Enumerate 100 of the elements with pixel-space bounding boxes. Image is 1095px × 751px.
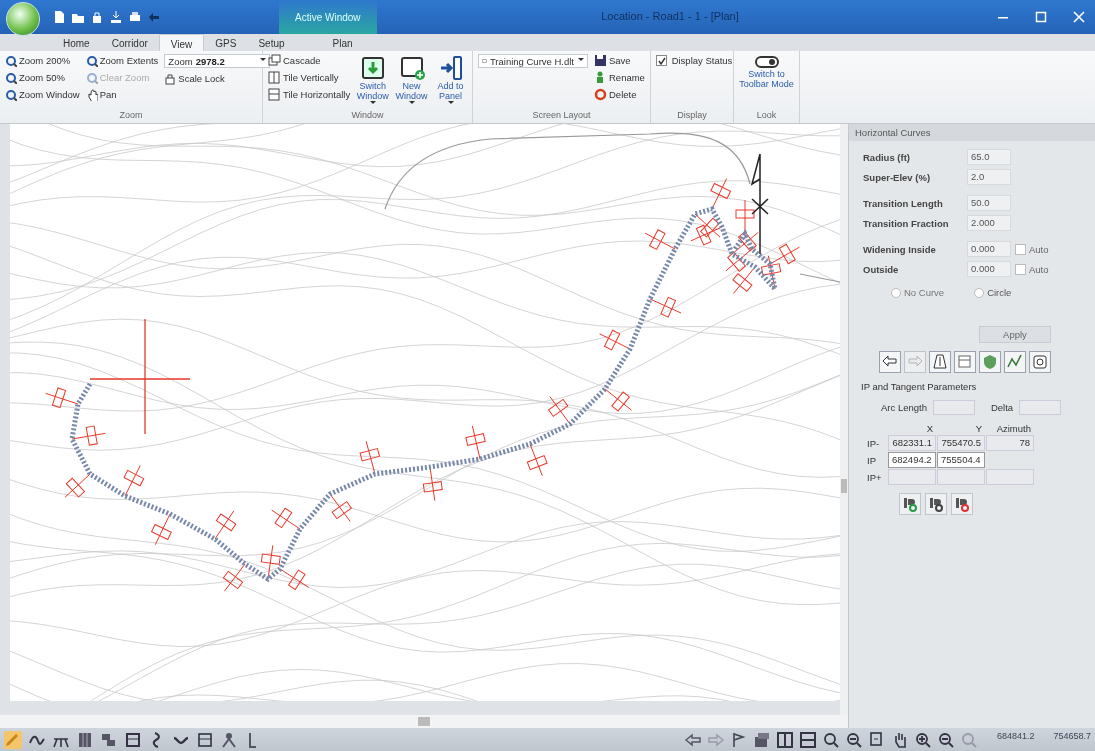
group-label: Look: [755, 110, 778, 122]
zoom-button[interactable]: Zoom Extents: [85, 54, 159, 67]
window-layout-button[interactable]: Tile Horizontally: [268, 88, 351, 101]
lock-icon[interactable]: [90, 10, 104, 24]
vertical-scrollbar[interactable]: [840, 124, 848, 715]
column-header: X: [925, 423, 934, 434]
group-label: Screen Layout: [531, 110, 592, 122]
coordinate-readout: 684841.2: [996, 730, 1035, 743]
ribbon-tab[interactable]: Setup: [247, 34, 296, 51]
field-label: Delta: [990, 402, 1014, 413]
window-title: Location - Road1 - 1 - [Plan]: [600, 10, 740, 22]
scale-lock-button[interactable]: Scale Lock: [164, 72, 271, 85]
zoom-button[interactable]: Zoom Window: [5, 88, 80, 101]
field-label: Transition Length: [863, 197, 944, 209]
shield-icon[interactable]: [979, 351, 1001, 373]
toolbar-mode-button[interactable]: Switch to Toolbar Mode: [739, 54, 794, 110]
ribbon-tab[interactable]: GPS: [204, 34, 248, 51]
horizontal-scrollbar[interactable]: [0, 715, 848, 728]
value-field[interactable]: 2.0: [967, 169, 1011, 185]
value-field[interactable]: 65.0: [967, 149, 1011, 165]
north-arrow-icon: [750, 153, 769, 255]
grid-icon[interactable]: [76, 730, 94, 749]
row-label: IP-: [867, 437, 881, 449]
value-field[interactable]: 0.000: [967, 241, 1011, 257]
toggle-icon: [754, 55, 779, 69]
ribbon-tab[interactable]: Plan: [321, 34, 364, 51]
field-label: Super-Elev (%): [863, 171, 932, 183]
download-icon[interactable]: [109, 10, 123, 24]
zoom-field[interactable]: Zoom 2978.2: [164, 54, 271, 68]
ribbon-tab[interactable]: View: [158, 34, 205, 51]
new-window-icon: [398, 55, 425, 81]
coordinate-cell: 682331.1: [888, 435, 936, 451]
curve-type-radio[interactable]: Circle: [974, 287, 1012, 298]
ribbon-tab[interactable]: Home: [52, 34, 101, 51]
new-file-icon[interactable]: [52, 10, 66, 24]
ribbon-tab[interactable]: Corridor: [100, 34, 159, 51]
layout-action-button[interactable]: Rename: [594, 71, 645, 84]
columns-icon[interactable]: [775, 730, 794, 749]
coordinate-cell: 78: [986, 435, 1034, 451]
field-label: Radius (ft): [863, 151, 911, 163]
arc-length-field[interactable]: [932, 400, 975, 415]
coordinate-field[interactable]: 682494.2: [888, 452, 936, 468]
layout-dropdown[interactable]: Training Curve H.dlt: [478, 54, 588, 68]
magnifier-icon: [85, 54, 98, 67]
layout-action-button[interactable]: Save: [594, 54, 645, 67]
person-icon[interactable]: [220, 730, 238, 749]
value-field[interactable]: 50.0: [967, 195, 1011, 211]
magnifier-icon: [85, 71, 98, 84]
group-label: Display: [676, 110, 708, 122]
section-title: IP and Tangent Parameters: [861, 381, 978, 392]
large-ribbon-button[interactable]: Switch Window: [356, 54, 390, 110]
save-icon: [594, 54, 607, 67]
field-label: Widening Inside: [863, 243, 937, 255]
profile-icon[interactable]: [1004, 351, 1026, 373]
group-label: Zoom: [118, 110, 144, 122]
zoom-out-icon[interactable]: [936, 730, 955, 749]
layout-action-button[interactable]: Delete: [594, 88, 645, 101]
window-layout-button[interactable]: Cascade: [268, 54, 351, 67]
ip-add-icon[interactable]: [899, 493, 921, 515]
zoom-button[interactable]: Zoom 50%: [5, 71, 80, 84]
group-label: Window: [350, 110, 385, 122]
hand-icon: [85, 88, 98, 101]
coordinate-field[interactable]: 755504.4: [937, 452, 985, 468]
table-icon[interactable]: [196, 730, 214, 749]
column-header: Azimuth: [995, 423, 1032, 434]
delta-field[interactable]: [1019, 400, 1062, 415]
coordinate-cell: 755470.5: [937, 435, 985, 451]
rows-icon[interactable]: [798, 730, 817, 749]
auto-checkbox[interactable]: Auto: [1015, 243, 1095, 255]
ip-edit-icon[interactable]: [925, 493, 947, 515]
panel-title: Horizontal Curves: [849, 124, 1095, 141]
road-icon[interactable]: [929, 351, 951, 373]
row-label: IP+: [867, 471, 883, 483]
value-field[interactable]: 2.000: [967, 215, 1011, 231]
large-ribbon-button[interactable]: New Window: [395, 54, 429, 110]
window-layout-button[interactable]: Tile Vertically: [268, 71, 351, 84]
magnifier-icon: [5, 88, 17, 101]
maximize-icon[interactable]: [1035, 11, 1047, 23]
stack-icon[interactable]: [752, 730, 771, 749]
printer-icon[interactable]: [128, 10, 142, 24]
column-header: Y: [974, 423, 983, 434]
field-label: Arc Length: [881, 402, 927, 413]
display-status-checkbox[interactable]: Display Status: [656, 54, 733, 67]
ip-delete-icon[interactable]: [951, 493, 973, 515]
lock-icon: [164, 72, 177, 85]
zoom-in-icon[interactable]: [913, 730, 932, 749]
close-icon[interactable]: [1073, 11, 1085, 23]
zoom-extents-icon[interactable]: [844, 730, 863, 749]
magnifier-icon: [5, 54, 17, 67]
row-label: IP: [867, 454, 877, 466]
zoom-button[interactable]: Zoom 200%: [5, 54, 80, 67]
large-ribbon-button[interactable]: Add to Panel: [434, 54, 467, 110]
auto-checkbox[interactable]: Auto: [1015, 263, 1095, 275]
zoom-icon[interactable]: [821, 730, 840, 749]
zoom-button[interactable]: Pan: [85, 88, 159, 101]
field-label: Transition Fraction: [863, 217, 950, 229]
switch-window-icon: [359, 55, 386, 81]
cascade-icon: [268, 54, 281, 67]
app-logo-icon[interactable]: [6, 2, 40, 36]
value-field[interactable]: 0.000: [967, 261, 1011, 277]
